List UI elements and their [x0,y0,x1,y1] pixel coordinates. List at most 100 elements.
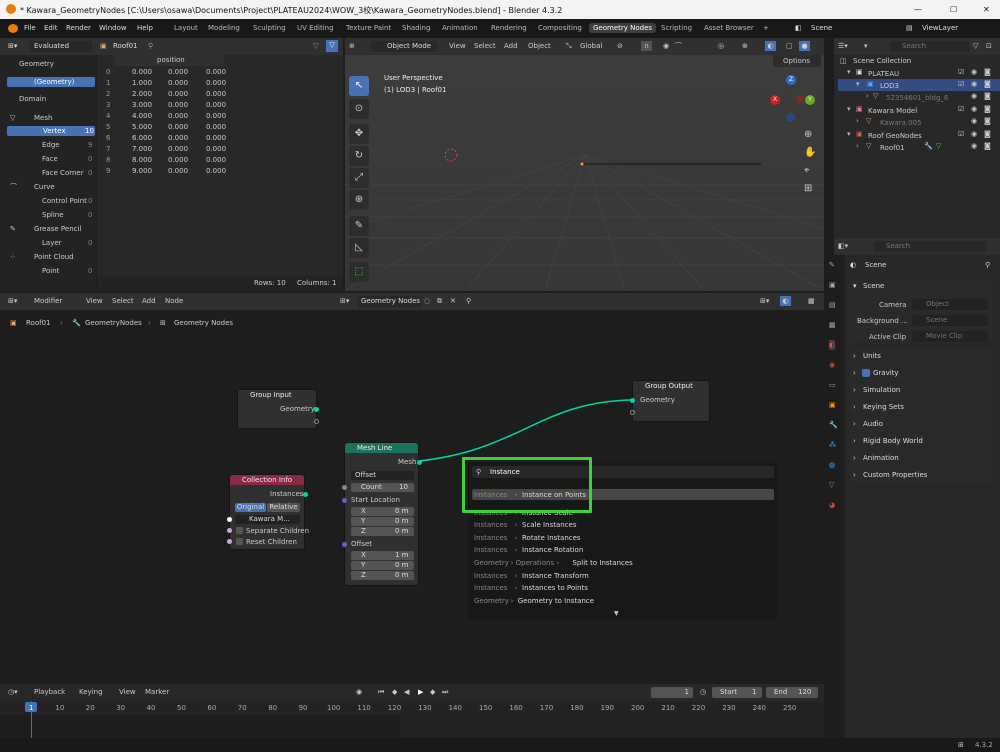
search-result-item[interactable]: Geometry › Operations › Split to Instances [472,557,774,568]
geometry-output-socket[interactable] [314,407,319,412]
overlay-toggle-icon[interactable]: ◐ [780,296,791,306]
gravity-section[interactable]: › Gravity [849,366,994,381]
new-collection-icon[interactable]: ⊡ [986,41,992,51]
current-frame-field[interactable]: 1 [651,687,693,698]
camera-icon[interactable]: ◙ [984,129,991,139]
separate-socket[interactable] [227,528,232,533]
units-section[interactable]: › Units [849,349,994,364]
snap-icon[interactable]: ⊞▾ [760,296,769,306]
domain-face[interactable]: Face [42,155,58,163]
camera-icon[interactable]: ◙ [984,67,991,77]
search-result-item[interactable]: Instances › Instance Transform [472,570,774,581]
node-menu-select[interactable]: Select [112,297,134,305]
collection-info-node[interactable]: Collection Info Instances Original Relat… [227,474,309,550]
axis-neg-x-icon[interactable] [796,95,804,103]
modifier-tab-icon[interactable]: 🔧 [829,420,838,430]
scale-tool-icon[interactable]: ⤢ [349,168,369,188]
move-tool-icon[interactable]: ✥ [349,124,369,144]
overlay-icon[interactable]: ◐ [765,41,776,51]
gravity-checkbox[interactable] [862,369,870,377]
search-result-item[interactable]: Instances › Rotate Instances [472,532,774,543]
domain-spline[interactable]: Spline [42,211,64,219]
solid-shading-icon[interactable]: ● [799,41,810,51]
pivot-icon[interactable]: ⊘ [617,41,623,51]
offset-z-field[interactable]: Z 0 m [351,571,414,580]
minimize-button[interactable]: — [914,5,922,14]
group-output-node[interactable]: Group Output Geometry [630,380,710,422]
rigid-body-world-section[interactable]: › Rigid Body World [849,434,994,449]
checkbox-icon[interactable]: ☑ [958,79,964,89]
node-tree-icon[interactable]: ⊞▾ [340,296,349,306]
checkbox-icon[interactable]: ☑ [958,129,964,139]
eye-icon[interactable]: ◉ [971,104,977,114]
annotate-tool-icon[interactable]: ✎ [349,216,369,236]
start-z-field[interactable]: Z 0 m [351,527,414,536]
camera-view-icon[interactable]: ⌖ [804,166,810,176]
offset-y-field[interactable]: Y 0 m [351,561,414,570]
jump-start-icon[interactable]: ⏮ [378,687,384,697]
tool-tab-icon[interactable]: ✎ [829,260,835,270]
outliner-item-bldg[interactable]: › ▽ 52354601_bldg_6 ◉ ◙ [838,91,1000,103]
pin-icon[interactable]: ⚲ [148,41,153,51]
jump-keyframe-back-icon[interactable]: ◆ [392,687,397,697]
tab-rendering[interactable]: Rendering [487,23,531,33]
axis-y-icon[interactable]: Y [805,95,815,105]
axis-x-icon[interactable]: X [770,95,780,105]
spreadsheet-editor-icon[interactable]: ⊞▾ [8,41,17,51]
outliner-editor-icon[interactable]: ☰▾ [838,41,848,51]
snap-icon[interactable]: ∩ [641,41,652,51]
outliner-item-kawara-005[interactable]: › ▽ Kawara.005 ◉ ◙ [838,116,1000,128]
start-frame-field[interactable]: Start 1 [712,687,762,698]
camera-icon[interactable]: ◙ [984,91,991,101]
reset-children-checkbox[interactable] [236,538,243,545]
offset-socket[interactable] [342,542,347,547]
eye-icon[interactable]: ◉ [971,141,977,151]
node-menu-node[interactable]: Node [165,297,183,305]
camera-icon[interactable]: ◙ [984,79,991,89]
preview-range-icon[interactable]: ◷ [700,687,706,697]
play-icon[interactable]: ▶ [418,687,423,697]
start-location-socket[interactable] [342,498,347,503]
menu-file[interactable]: File [24,24,36,32]
search-result-item[interactable]: Instances › Instances to Points [472,582,774,593]
scene-selector[interactable]: Scene [811,24,832,32]
record-icon[interactable]: ◉ [356,687,362,697]
viewport-menu-select[interactable]: Select [474,42,496,50]
viewport-options-button[interactable]: Options [773,55,821,67]
tab-modeling[interactable]: Modeling [204,23,244,33]
start-y-field[interactable]: Y 0 m [351,517,414,526]
transform-tool-icon[interactable]: ⊕ [349,190,369,210]
group-input-node[interactable]: Group Input Geometry [237,389,319,429]
output-tab-icon[interactable]: ▤ [829,300,836,310]
geometry-input-socket[interactable] [630,398,635,403]
particles-tab-icon[interactable]: ⁂ [829,440,836,450]
playback-menu[interactable]: Playback [34,688,65,696]
close-button[interactable]: ✕ [983,5,990,14]
mesh-line-node[interactable]: Mesh Line Mesh Offset Count 10 Start Loca… [342,442,422,586]
mesh-line-mode-select[interactable]: Offset [351,471,414,480]
eye-icon[interactable]: ◉ [971,116,977,126]
offset-x-field[interactable]: X 1 m [351,551,414,560]
cursor-tool-icon[interactable]: ⊙ [349,99,369,119]
tab-texture-paint[interactable]: Texture Paint [342,23,395,33]
marker-menu[interactable]: Marker [145,688,169,696]
animation-section[interactable]: › Animation [849,451,994,466]
node-menu-add[interactable]: Add [142,297,156,305]
background-scene-field[interactable]: Scene [912,315,988,326]
audio-section[interactable]: › Audio [849,417,994,432]
display-mode-icon[interactable]: ▾ [864,41,868,51]
rotate-tool-icon[interactable]: ↻ [349,146,369,166]
tab-scripting[interactable]: Scripting [657,23,696,33]
custom-properties-section[interactable]: › Custom Properties [849,468,994,483]
filter-icon[interactable]: ▽ [313,41,318,51]
blender-menu-icon[interactable] [8,24,18,33]
perspective-toggle-icon[interactable]: ⊞ [804,184,812,194]
domain-vertex[interactable]: Vertex 10 [7,126,95,136]
outliner-search-input[interactable]: Search [890,41,970,52]
object-tab-icon[interactable]: ▣ [829,400,836,410]
orientation-select[interactable]: Global [580,42,602,50]
outliner-filter-icon[interactable]: ▽ [973,41,978,51]
navigation-gizmo[interactable]: Z X Y [765,73,821,133]
keying-menu[interactable]: Keying [79,688,103,696]
menu-window[interactable]: Window [99,24,127,32]
